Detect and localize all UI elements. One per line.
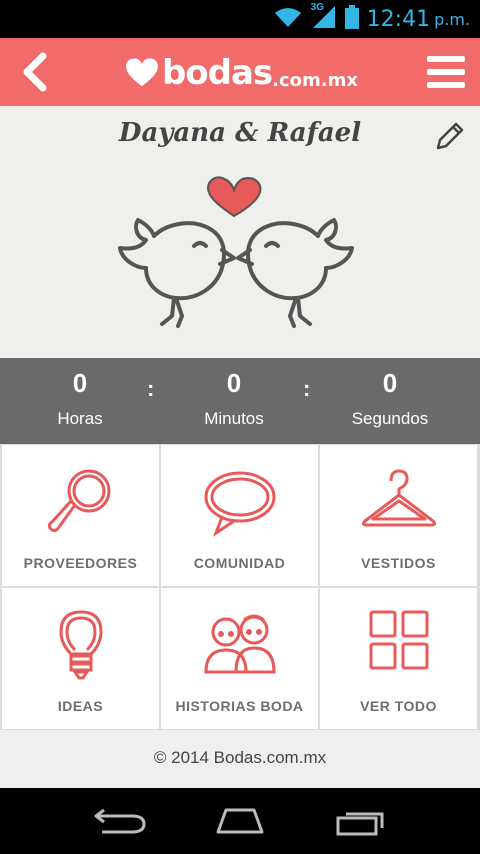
lightbulb-icon xyxy=(58,610,103,680)
tile-comunidad[interactable]: COMUNIDAD xyxy=(161,445,318,586)
nav-home-button[interactable] xyxy=(210,804,270,838)
countdown-hours: 0 Horas xyxy=(0,368,160,429)
brand-name: bodas xyxy=(161,53,273,93)
menu-button[interactable] xyxy=(420,48,472,96)
system-navigation-bar xyxy=(0,788,480,854)
edit-button[interactable] xyxy=(434,120,466,152)
couple-names: Dayana & Rafael xyxy=(118,118,362,148)
back-button[interactable] xyxy=(10,48,58,96)
brand-tld: .com.mx xyxy=(272,69,358,91)
couple-hero: Dayana & Rafael xyxy=(0,106,480,358)
tile-label: PROVEEDORES xyxy=(23,555,138,571)
hamburger-icon xyxy=(427,56,465,88)
tile-ver-todo[interactable]: VER TODO xyxy=(320,588,477,729)
clock-ampm: p.m. xyxy=(434,9,470,29)
app-bar: bodas .com.mx xyxy=(0,38,480,106)
clock: 12:41 xyxy=(366,6,431,32)
wifi-icon xyxy=(273,5,303,34)
tile-label: VESTIDOS xyxy=(361,555,436,571)
love-birds-illustration xyxy=(118,176,354,328)
battery-icon xyxy=(344,4,359,34)
chat-bubble-icon xyxy=(204,471,275,537)
heart-icon xyxy=(206,176,262,218)
tile-vestidos[interactable]: VESTIDOS xyxy=(320,445,477,586)
magnifier-icon xyxy=(47,469,110,533)
nav-home-icon xyxy=(216,808,264,834)
network-type: 3G xyxy=(310,1,325,13)
heart-logo-icon xyxy=(126,58,158,87)
grid-icon xyxy=(369,610,428,670)
tile-proveedores[interactable]: PROVEEDORES xyxy=(2,445,159,586)
hours-value: 0 xyxy=(72,368,88,398)
status-bar: 3G 12:41 p.m. xyxy=(0,0,480,38)
tile-ideas[interactable]: IDEAS xyxy=(2,588,159,729)
tile-label: IDEAS xyxy=(57,698,104,714)
seconds-value: 0 xyxy=(382,368,398,398)
hanger-icon xyxy=(361,469,436,527)
nav-back-button[interactable] xyxy=(90,804,150,838)
tile-label: VER TODO xyxy=(360,698,437,714)
countdown-seconds: 0 Segundos xyxy=(310,368,470,429)
wedding-countdown: 0 Horas : 0 Minutos : 0 Segundos xyxy=(0,358,480,444)
brand-logo: bodas .com.mx xyxy=(126,44,358,102)
hours-label: Horas xyxy=(57,409,103,428)
seconds-label: Segundos xyxy=(351,409,429,428)
countdown-minutes: 0 Minutos xyxy=(154,368,314,429)
nav-recents-button[interactable] xyxy=(330,804,390,838)
minutes-label: Minutos xyxy=(204,409,264,428)
tile-historias-boda[interactable]: HISTORIAS BODA xyxy=(161,588,318,729)
back-arrow-icon xyxy=(23,52,47,92)
signal-icon: 3G xyxy=(310,1,337,35)
couple-icon xyxy=(203,614,276,674)
pencil-icon xyxy=(436,122,464,150)
footer-copyright: © 2014 Bodas.com.mx xyxy=(0,730,480,788)
minutes-value: 0 xyxy=(226,368,242,398)
tile-label: COMUNIDAD xyxy=(193,555,286,571)
nav-back-icon xyxy=(94,808,146,834)
tile-label: HISTORIAS BODA xyxy=(175,698,304,714)
nav-recents-icon xyxy=(336,812,384,836)
feature-grid: PROVEEDORES COMUNIDAD VESTIDOS IDEAS HIS… xyxy=(0,444,480,730)
